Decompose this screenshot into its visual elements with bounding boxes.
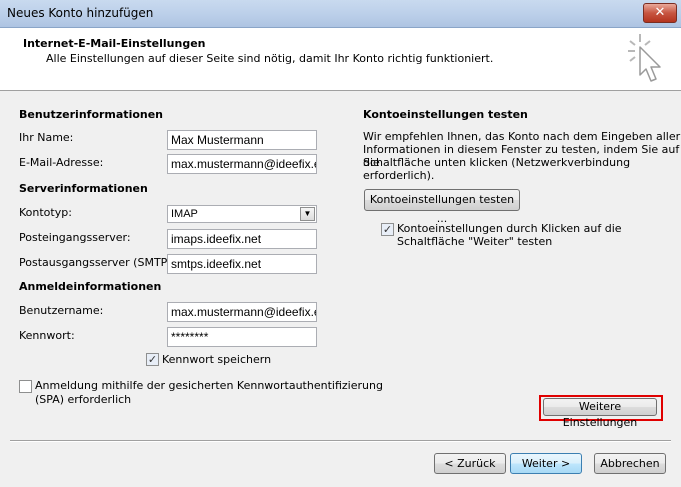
save-password-checkbox[interactable]: ✓ — [146, 353, 159, 366]
chevron-down-icon[interactable]: ▼ — [300, 207, 315, 221]
password-field[interactable]: ******** — [167, 327, 317, 347]
auto-test-checkbox[interactable]: ✓ — [381, 223, 394, 236]
page-subtitle: Alle Einstellungen auf dieser Seite sind… — [46, 52, 494, 65]
account-type-label: Kontotyp: — [19, 206, 72, 219]
test-desc-line3: Schaltfläche unten klicken (Netzwerkverb… — [363, 156, 631, 182]
window-title: Neues Konto hinzufügen — [7, 6, 154, 20]
incoming-server-label: Posteingangsserver: — [19, 231, 131, 244]
spa-label-line2: (SPA) erforderlich — [35, 393, 132, 406]
test-settings-heading: Kontoeinstellungen testen — [363, 108, 528, 121]
spa-checkbox[interactable] — [19, 380, 32, 393]
save-password-label: Kennwort speichern — [162, 353, 272, 366]
next-button[interactable]: Weiter > — [510, 453, 582, 474]
sparkle-cursor-icon — [628, 34, 661, 82]
auto-test-label-line1: Kontoeinstellungen durch Klicken auf die — [397, 222, 622, 235]
login-info-heading: Anmeldeinformationen — [19, 280, 162, 293]
account-type-value: IMAP — [171, 208, 198, 220]
more-settings-button[interactable]: Weitere Einstellungen — [543, 398, 657, 429]
test-desc-line1: Wir empfehlen Ihnen, das Konto nach dem … — [363, 130, 681, 143]
outgoing-server-label: Postausgangsserver (SMTP): — [19, 256, 176, 269]
back-button[interactable]: < Zurück — [434, 453, 506, 474]
incoming-server-field[interactable]: imaps.ideefix.net — [167, 229, 317, 249]
close-button[interactable]: ✕ — [643, 3, 677, 23]
account-type-select[interactable]: IMAP ▼ — [167, 205, 317, 223]
user-info-heading: Benutzerinformationen — [19, 108, 164, 121]
password-label: Kennwort: — [19, 329, 75, 342]
auto-test-label-line2: Schaltfläche "Weiter" testen — [397, 235, 553, 248]
footer-divider — [10, 440, 671, 442]
email-label: E-Mail-Adresse: — [19, 156, 104, 169]
email-field[interactable]: max.mustermann@ideefix.eu — [167, 154, 317, 174]
test-settings-button[interactable]: Kontoeinstellungen testen ... — [364, 189, 520, 225]
name-field[interactable]: Max Mustermann — [167, 130, 317, 150]
server-info-heading: Serverinformationen — [19, 182, 148, 195]
cancel-button[interactable]: Abbrechen — [594, 453, 666, 474]
username-label: Benutzername: — [19, 304, 104, 317]
username-field[interactable]: max.mustermann@ideefix.eu — [167, 302, 317, 322]
name-label: Ihr Name: — [19, 131, 74, 144]
outgoing-server-field[interactable]: smtps.ideefix.net — [167, 254, 317, 274]
spa-label-line1: Anmeldung mithilfe der gesicherten Kennw… — [35, 379, 383, 392]
page-title: Internet-E-Mail-Einstellungen — [23, 37, 206, 50]
